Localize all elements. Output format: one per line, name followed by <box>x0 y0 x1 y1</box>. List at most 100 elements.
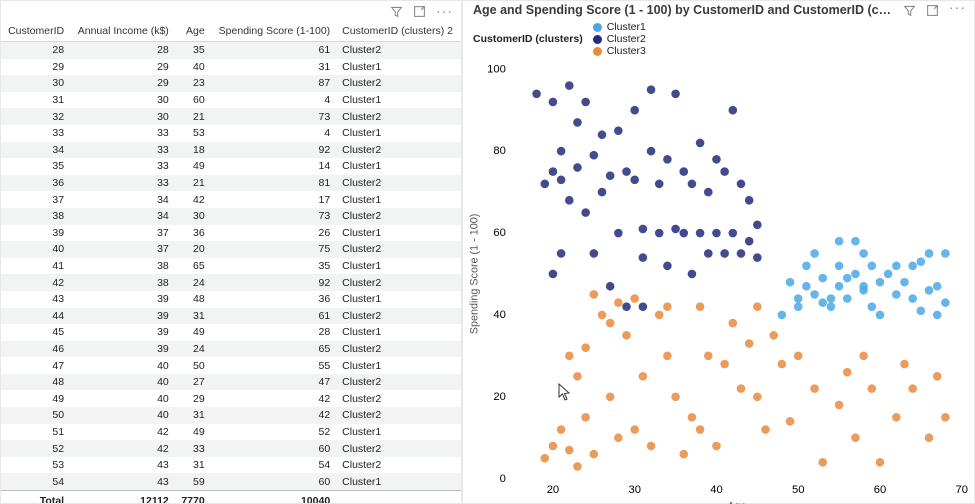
data-point[interactable] <box>679 229 688 238</box>
data-point[interactable] <box>900 278 909 287</box>
data-point[interactable] <box>761 425 770 434</box>
table-row[interactable]: 54435960Cluster1 <box>1 473 461 490</box>
data-point[interactable] <box>908 384 917 393</box>
data-point[interactable] <box>794 294 803 303</box>
data-point[interactable] <box>745 196 754 205</box>
data-point[interactable] <box>549 167 558 176</box>
data-point[interactable] <box>696 139 705 148</box>
data-point[interactable] <box>549 270 558 279</box>
data-point[interactable] <box>810 384 819 393</box>
more-options-icon[interactable]: ··· <box>949 4 966 17</box>
data-point[interactable] <box>630 294 639 303</box>
data-point[interactable] <box>818 274 827 283</box>
data-point[interactable] <box>557 425 566 434</box>
data-point[interactable] <box>630 425 639 434</box>
table-row[interactable]: 37344217Cluster1 <box>1 191 461 208</box>
table-row[interactable]: 36332181Cluster2 <box>1 175 461 192</box>
data-point[interactable] <box>720 249 729 258</box>
data-point[interactable] <box>532 89 541 98</box>
table-row[interactable]: 40372075Cluster2 <box>1 241 461 258</box>
table-row[interactable]: 29294031Cluster1 <box>1 59 461 76</box>
data-point[interactable] <box>941 413 950 422</box>
data-point[interactable] <box>712 155 721 164</box>
table-row[interactable]: 50403142Cluster2 <box>1 407 461 424</box>
table-row[interactable]: 28283561Cluster2 <box>1 42 461 59</box>
data-point[interactable] <box>573 118 582 127</box>
data-point[interactable] <box>704 249 713 258</box>
filter-icon[interactable] <box>903 4 916 17</box>
data-point[interactable] <box>647 85 656 94</box>
data-point[interactable] <box>639 225 648 234</box>
data-point[interactable] <box>859 282 868 291</box>
table-row[interactable]: 35334914Cluster1 <box>1 158 461 175</box>
data-point[interactable] <box>786 278 795 287</box>
data-point[interactable] <box>647 442 656 451</box>
data-point[interactable] <box>745 237 754 246</box>
table-row[interactable]: 3130604Cluster1 <box>1 92 461 109</box>
data-point[interactable] <box>614 433 623 442</box>
data-point[interactable] <box>712 229 721 238</box>
data-point[interactable] <box>810 290 819 299</box>
data-point[interactable] <box>663 155 672 164</box>
data-point[interactable] <box>908 261 917 270</box>
data-point[interactable] <box>565 446 574 455</box>
data-point[interactable] <box>655 229 664 238</box>
data-point[interactable] <box>655 311 664 320</box>
table-row[interactable]: 44393161Cluster2 <box>1 308 461 325</box>
data-point[interactable] <box>737 384 746 393</box>
data-point[interactable] <box>549 98 558 107</box>
data-point[interactable] <box>753 302 762 311</box>
data-point[interactable] <box>835 261 844 270</box>
data-point[interactable] <box>688 413 697 422</box>
column-header[interactable]: Age <box>175 21 211 42</box>
data-point[interactable] <box>590 151 599 160</box>
data-point[interactable] <box>671 89 680 98</box>
table-row[interactable]: 38343073Cluster2 <box>1 208 461 225</box>
data-point[interactable] <box>663 352 672 361</box>
data-point[interactable] <box>835 401 844 410</box>
data-point[interactable] <box>581 98 590 107</box>
data-point[interactable] <box>917 306 926 315</box>
table-row[interactable]: 3333534Cluster1 <box>1 125 461 142</box>
focus-mode-icon[interactable] <box>926 4 939 17</box>
data-point[interactable] <box>818 298 827 307</box>
data-point[interactable] <box>884 270 893 279</box>
data-point[interactable] <box>606 171 615 180</box>
data-point[interactable] <box>925 433 934 442</box>
data-point[interactable] <box>737 249 746 258</box>
data-point[interactable] <box>540 180 549 189</box>
data-point[interactable] <box>696 425 705 434</box>
data-point[interactable] <box>892 290 901 299</box>
data-point[interactable] <box>876 278 885 287</box>
data-point[interactable] <box>557 175 566 184</box>
data-point[interactable] <box>540 454 549 463</box>
data-point[interactable] <box>843 274 852 283</box>
data-point[interactable] <box>851 237 860 246</box>
data-table[interactable]: CustomerIDAnnual Income (k$)AgeSpending … <box>1 21 461 503</box>
data-point[interactable] <box>557 147 566 156</box>
table-row[interactable]: 46392465Cluster2 <box>1 341 461 358</box>
data-point[interactable] <box>941 298 950 307</box>
table-row[interactable]: 43394836Cluster1 <box>1 291 461 308</box>
data-point[interactable] <box>729 319 738 328</box>
data-point[interactable] <box>941 249 950 258</box>
data-point[interactable] <box>794 352 803 361</box>
data-point[interactable] <box>843 294 852 303</box>
column-header[interactable]: CustomerID <box>1 21 70 42</box>
data-point[interactable] <box>769 331 778 340</box>
data-point[interactable] <box>639 372 648 381</box>
data-point[interactable] <box>868 384 877 393</box>
data-point[interactable] <box>655 180 664 189</box>
data-point[interactable] <box>908 294 917 303</box>
data-point[interactable] <box>753 253 762 262</box>
data-point[interactable] <box>868 302 877 311</box>
data-point[interactable] <box>549 442 558 451</box>
data-point[interactable] <box>598 130 607 139</box>
data-point[interactable] <box>925 249 934 258</box>
data-point[interactable] <box>598 188 607 197</box>
data-point[interactable] <box>614 126 623 135</box>
data-point[interactable] <box>630 175 639 184</box>
table-row[interactable]: 32302173Cluster2 <box>1 108 461 125</box>
data-point[interactable] <box>737 180 746 189</box>
data-point[interactable] <box>688 180 697 189</box>
